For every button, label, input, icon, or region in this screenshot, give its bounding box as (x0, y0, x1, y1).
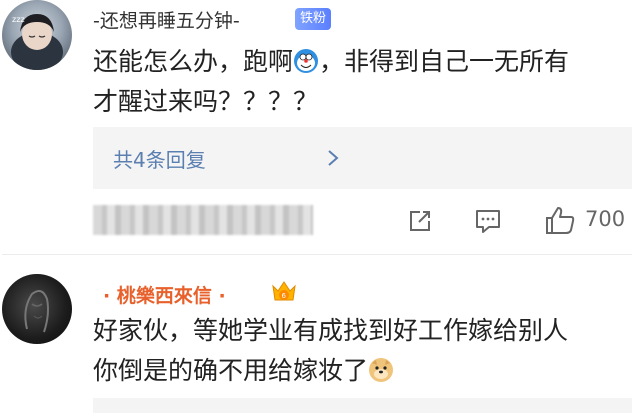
commenter-avatar[interactable]: zzz (2, 0, 72, 70)
svg-text:zzz: zzz (12, 15, 25, 24)
commenter-avatar[interactable] (2, 274, 72, 344)
blurred-timestamp (93, 205, 313, 235)
crown-icon: 6 (272, 281, 296, 301)
comment-text-line: 还能怎么办，跑啊 ，非得到自己一无所有 (93, 47, 570, 76)
commenter-name[interactable]: · 桃樂西來信 · (103, 281, 226, 308)
view-replies-link[interactable]: 共4条回复 (113, 144, 206, 173)
comment-icon[interactable] (474, 208, 502, 234)
commenter-name[interactable]: -还想再睡五分钟- (93, 6, 240, 33)
svg-text:6: 6 (282, 292, 287, 300)
thumbs-up-icon[interactable] (544, 205, 576, 235)
replies-panel[interactable] (93, 398, 632, 413)
comment-text-line: 好家伙，等她学业有成找到好工作嫁给别人 (93, 316, 569, 345)
replies-panel[interactable]: 共4条回复 (93, 127, 632, 189)
doge-emoji-icon (369, 358, 394, 382)
fan-badge: 铁粉 (295, 8, 332, 30)
doraemon-emoji-icon (294, 49, 319, 73)
chevron-right-icon (328, 150, 339, 166)
comment-text-line: 才醒过来吗？？？？ (93, 87, 319, 116)
comment-text-line: 你倒是的确不用给嫁妆了 (93, 351, 394, 391)
share-icon[interactable] (407, 208, 433, 234)
divider (2, 254, 632, 255)
like-count: 700 (585, 207, 626, 231)
